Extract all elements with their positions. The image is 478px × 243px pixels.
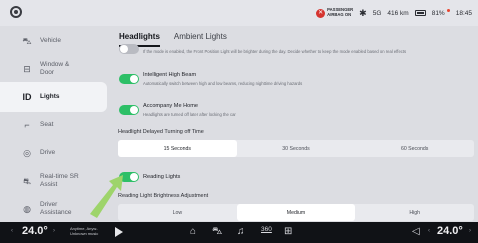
play-icon[interactable] [115, 227, 123, 237]
notification-dot [446, 8, 450, 12]
profile-icon[interactable] [10, 6, 22, 18]
sr-assist-icon: ⛐ [23, 176, 31, 186]
sidebar-item-vehicle[interactable]: ⛍ Vehicle [0, 26, 107, 56]
highlight-arrow-icon [90, 175, 123, 218]
clock: 18:45 [455, 9, 472, 17]
airbag-icon: ✕ [316, 8, 326, 18]
bluetooth-icon: ✱ [359, 7, 367, 18]
headlight-delay-option-15[interactable]: 15 Seconds [118, 140, 237, 157]
headlight-delay-selector: 15 Seconds 30 Seconds 60 Seconds [118, 140, 474, 157]
sidebar-item-label: Drive [40, 149, 56, 156]
accompany-me-home-title: Accompany Me Home [143, 103, 199, 109]
reading-brightness-option-low[interactable]: Low [118, 204, 237, 221]
battery-percent: 81% [431, 9, 445, 17]
sidebar-item-label: Driver Assistance [40, 201, 72, 216]
reading-brightness-option-medium[interactable]: Medium [236, 204, 356, 221]
car-icon: ⛍ [22, 36, 32, 46]
reading-brightness-selector: Low Medium High [118, 204, 474, 221]
signal-5g-icon: 5G [372, 9, 382, 17]
status-bar: ✕ PASSENGER AIRBAG ON ✱ 5G 416 km 81% 18… [0, 0, 478, 26]
reading-lights-title: Reading Lights [143, 174, 181, 180]
home-icon[interactable]: ⌂ [190, 226, 196, 237]
bottom-control-bar: ‹ 24.0° › Anytime, Anyw.. Unknown music … [0, 222, 478, 243]
front-position-description: If the mode is enabled, the Front Positi… [143, 49, 407, 54]
media-artist: Unknown music [70, 231, 99, 236]
intelligent-high-beam-toggle[interactable] [119, 74, 139, 84]
intelligent-high-beam-description: Automatically switch between high and lo… [143, 81, 303, 86]
driver-assistance-icon: ◍ [23, 204, 31, 214]
steering-wheel-icon: ◎ [23, 148, 31, 158]
car-icon[interactable]: ⛍ [212, 226, 222, 239]
sidebar-item-label: Vehicle [40, 37, 61, 44]
tab-ambient-lights[interactable]: Ambient Lights [174, 32, 227, 47]
music-icon[interactable]: ♫ [237, 226, 245, 237]
headlight-delay-label: Headlight Delayed Turning off Time [118, 129, 204, 135]
sidebar-item-drive[interactable]: ◎ Drive [0, 138, 107, 168]
view-360-button[interactable]: 360 [261, 226, 272, 233]
sidebar-item-label: Real-time SR Assist [40, 173, 79, 188]
range-text: 416 km [387, 9, 409, 17]
passenger-airbag-indicator: ✕ PASSENGER AIRBAG ON [316, 8, 353, 18]
sidebar-item-seat[interactable]: ⌐ Seat [0, 110, 107, 140]
reading-brightness-option-high[interactable]: High [355, 204, 474, 221]
sidebar-item-lights[interactable]: ID Lights [0, 82, 107, 112]
airbag-line2: AIRBAG ON [327, 12, 352, 17]
volume-icon[interactable]: ◁ [412, 226, 420, 237]
sidebar-item-label: Seat [40, 121, 54, 128]
left-temp-increase-icon[interactable]: › [53, 228, 55, 234]
front-position-light-toggle[interactable] [119, 44, 139, 54]
left-temperature[interactable]: 24.0° [22, 225, 48, 237]
media-info[interactable]: Anytime, Anyw.. Unknown music [70, 226, 98, 236]
seat-icon: ⌐ [24, 120, 30, 130]
accompany-me-home-description: Headlights are turned off later after lo… [143, 112, 236, 117]
headlight-delay-option-60[interactable]: 60 Seconds [355, 140, 474, 157]
reading-brightness-label: Reading Light Brightness Adjustment [118, 193, 209, 199]
lights-settings-panel: Headlights Ambient Lights If the mode is… [110, 26, 478, 222]
right-temp-decrease-icon[interactable]: ‹ [428, 228, 430, 234]
headlight-delay-option-30[interactable]: 30 Seconds [237, 140, 356, 157]
status-indicators: ✕ PASSENGER AIRBAG ON ✱ 5G 416 km 81% 18… [316, 5, 472, 21]
lights-icon: ID [22, 92, 32, 102]
accompany-me-home-toggle[interactable] [119, 105, 139, 115]
sidebar-item-window-door[interactable]: ⊟ Window & Door [0, 54, 107, 84]
right-temp-increase-icon[interactable]: › [469, 228, 471, 234]
window-door-icon: ⊟ [23, 64, 31, 74]
sidebar-item-label: Window & Door [40, 61, 70, 76]
left-temp-decrease-icon[interactable]: ‹ [11, 228, 13, 234]
right-temperature[interactable]: 24.0° [437, 225, 463, 237]
sidebar-item-label: Lights [40, 93, 60, 100]
intelligent-high-beam-title: Intelligent High Beam [143, 72, 197, 78]
battery-icon [414, 10, 426, 16]
apps-grid-icon[interactable]: ⊞ [284, 226, 292, 237]
